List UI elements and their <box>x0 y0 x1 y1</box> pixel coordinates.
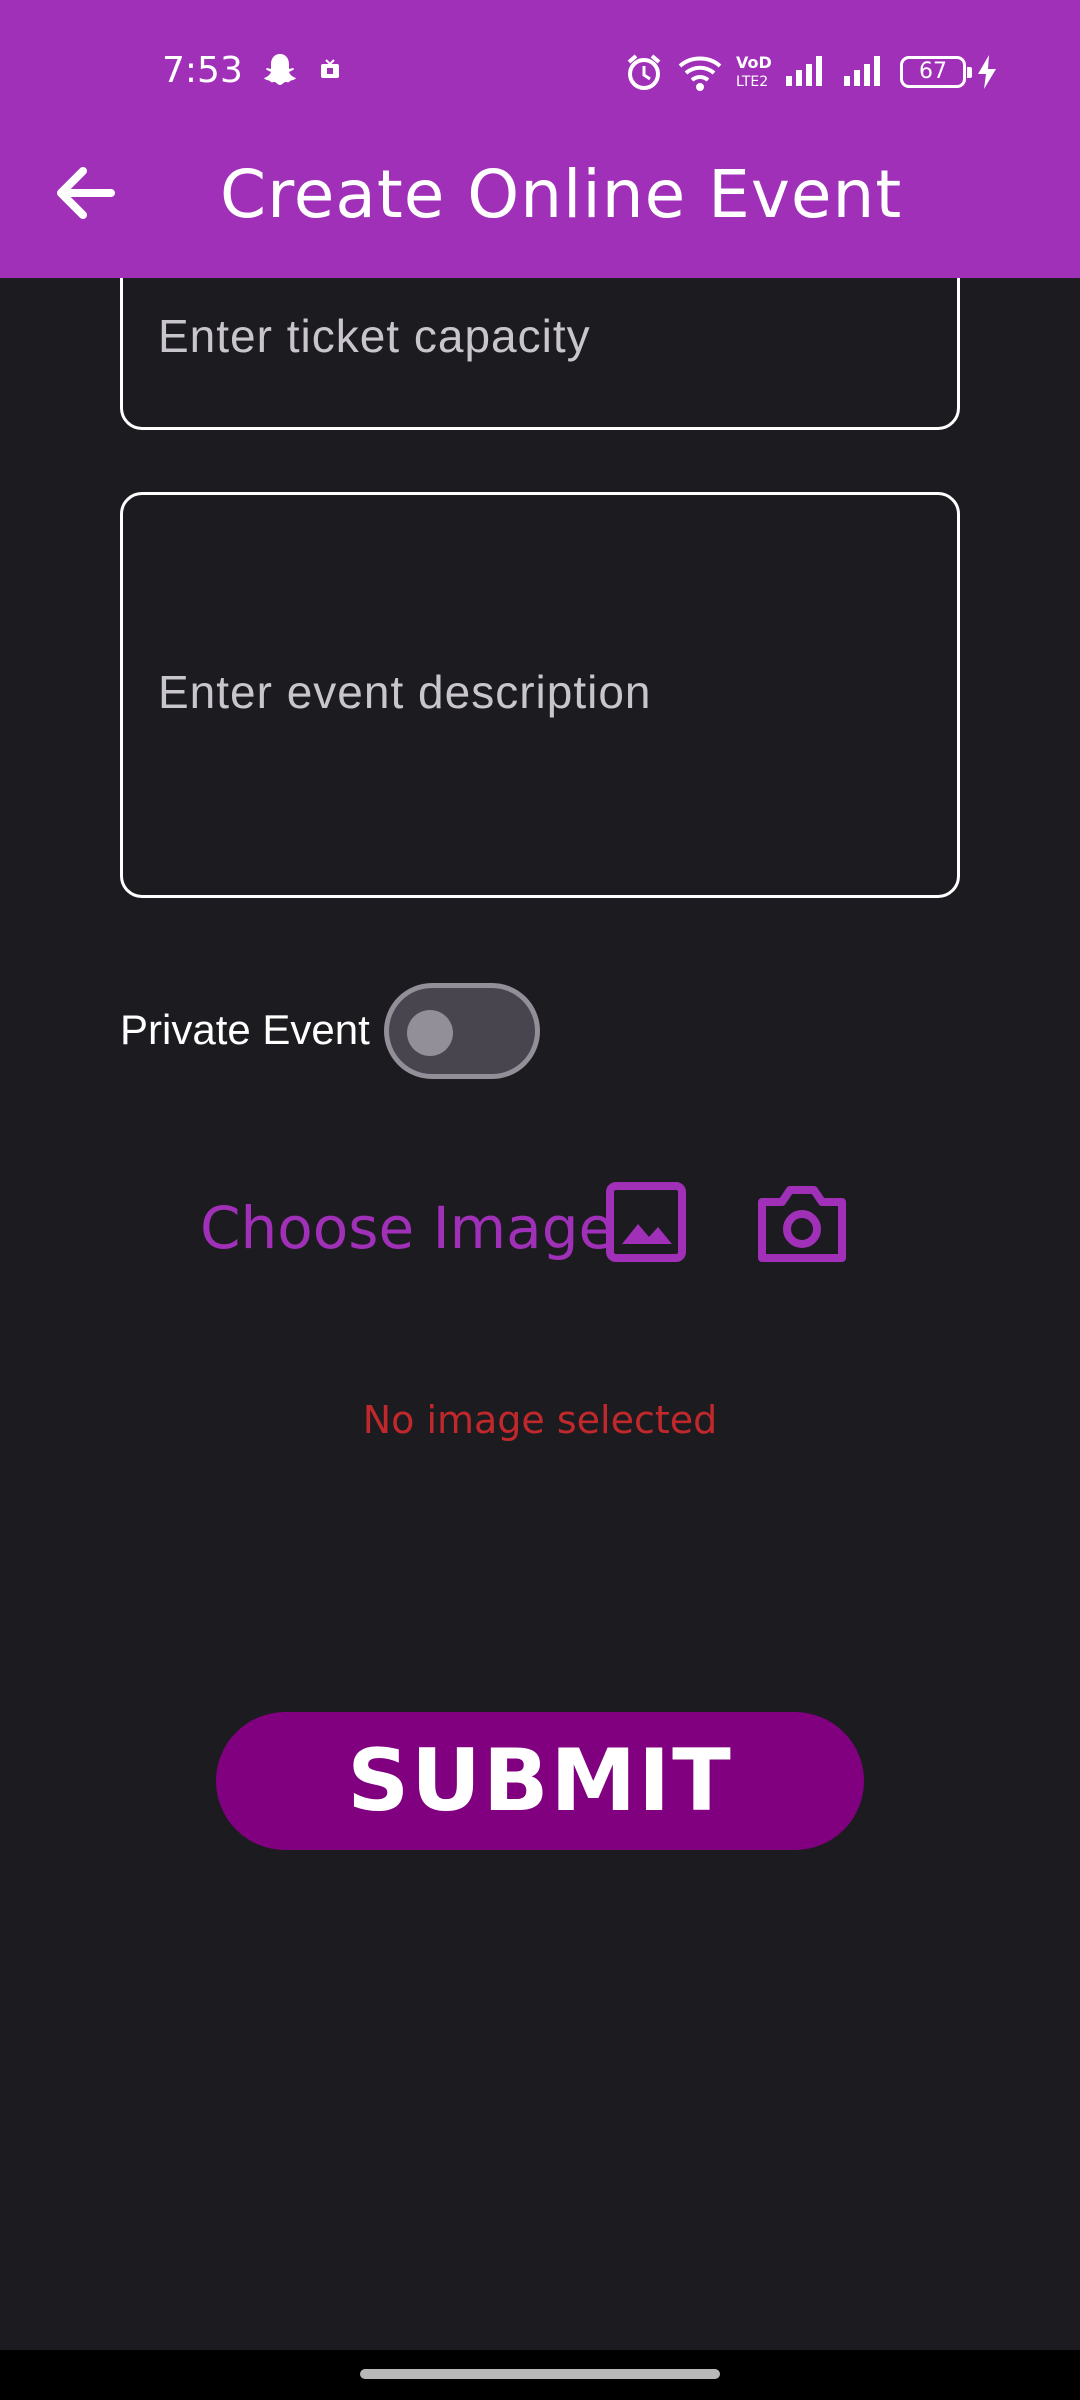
status-time: 7:53 <box>162 50 243 91</box>
svg-text:VoD: VoD <box>736 53 772 72</box>
choose-image-row: Choose Image <box>0 1158 1080 1308</box>
arrow-back-icon <box>49 157 121 234</box>
system-nav-bar <box>0 2350 1080 2400</box>
page-title: Create Online Event <box>220 156 903 233</box>
camera-icon <box>752 1186 852 1278</box>
event-description-placeholder: Enter event description <box>158 666 652 718</box>
app-bar: 7:53 VoD LTE2 67 Create Online Event <box>0 0 1080 278</box>
notification-icon <box>318 58 342 87</box>
image-status-text: No image selected <box>362 1398 718 1442</box>
battery-level: 67 <box>919 59 947 84</box>
status-bar: 7:53 VoD LTE2 67 <box>0 0 1080 140</box>
image-icon <box>604 1182 700 1278</box>
gallery-button[interactable] <box>604 1178 700 1274</box>
private-event-toggle[interactable] <box>384 983 540 1079</box>
wifi-icon <box>676 52 724 97</box>
back-button[interactable] <box>40 150 130 240</box>
home-handle[interactable] <box>360 2369 720 2379</box>
ticket-capacity-placeholder: Enter ticket capacity <box>158 310 591 362</box>
private-event-label: Private Event <box>120 1006 370 1053</box>
svg-text:LTE2: LTE2 <box>736 74 768 90</box>
battery-icon: 67 <box>900 56 972 88</box>
event-description-field[interactable]: Enter event description <box>120 492 960 898</box>
submit-button[interactable]: SUBMIT <box>216 1712 864 1850</box>
choose-image-label: Choose Image <box>200 1194 615 1262</box>
form-content[interactable]: Enter ticket capacity Enter event descri… <box>0 278 1080 2350</box>
camera-button[interactable] <box>752 1174 852 1274</box>
toggle-knob <box>407 1010 453 1056</box>
charging-icon <box>976 54 998 95</box>
volte-icon: VoD LTE2 <box>734 52 772 95</box>
ticket-capacity-field[interactable]: Enter ticket capacity <box>120 278 960 430</box>
signal-icon <box>784 54 828 93</box>
snapchat-icon <box>260 50 300 95</box>
alarm-icon <box>624 52 664 97</box>
submit-label: SUBMIT <box>347 1731 733 1831</box>
signal-icon <box>842 54 886 93</box>
